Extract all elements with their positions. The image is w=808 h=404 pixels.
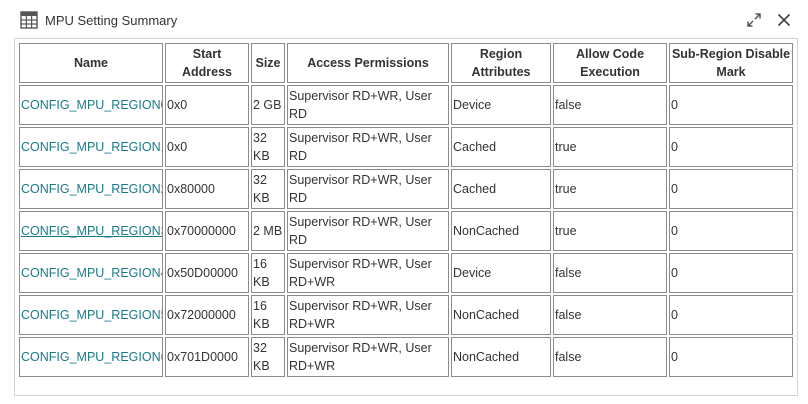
column-header-access-permissions[interactable]: Access Permissions [287, 43, 449, 83]
region-attributes-cell: NonCached [451, 337, 551, 377]
close-icon[interactable] [776, 12, 792, 28]
sub-region-disable-mark-cell: 0 [669, 337, 793, 377]
allow-code-execution-cell: true [553, 127, 667, 167]
column-header-name[interactable]: Name [19, 43, 163, 83]
size-cell: 32 KB [251, 127, 285, 167]
sub-region-disable-mark-cell: 0 [669, 295, 793, 335]
start-address-cell: 0x70000000 [165, 211, 249, 251]
table-row: CONFIG_MPU_REGION1 0x0 32 KB Supervisor … [19, 127, 793, 167]
allow-code-execution-cell: false [553, 337, 667, 377]
region-name-link[interactable]: CONFIG_MPU_REGION5 [19, 295, 163, 335]
allow-code-execution-cell: false [553, 295, 667, 335]
table-row: CONFIG_MPU_REGION5 0x72000000 16 KB Supe… [19, 295, 793, 335]
size-cell: 32 KB [251, 169, 285, 209]
panel-header: MPU Setting Summary [0, 0, 808, 40]
table-row: CONFIG_MPU_REGION2 0x80000 32 KB Supervi… [19, 169, 793, 209]
access-permissions-cell: Supervisor RD+WR, User RD+WR [287, 253, 449, 293]
region-attributes-cell: Cached [451, 127, 551, 167]
access-permissions-cell: Supervisor RD+WR, User RD+WR [287, 337, 449, 377]
panel-actions [746, 12, 792, 28]
sub-region-disable-mark-cell: 0 [669, 169, 793, 209]
column-header-sub-region-disable-mark[interactable]: Sub-Region Disable Mark [669, 43, 793, 83]
region-name-link[interactable]: CONFIG_MPU_REGION0 [19, 85, 163, 125]
region-attributes-cell: Device [451, 253, 551, 293]
region-attributes-cell: NonCached [451, 211, 551, 251]
start-address-cell: 0x0 [165, 127, 249, 167]
region-name-link[interactable]: CONFIG_MPU_REGION6 [19, 337, 163, 377]
summary-table-container: Name Start Address Size Access Permissio… [14, 38, 798, 396]
start-address-cell: 0x72000000 [165, 295, 249, 335]
sub-region-disable-mark-cell: 0 [669, 85, 793, 125]
expand-icon[interactable] [746, 12, 762, 28]
size-cell: 32 KB [251, 337, 285, 377]
sub-region-disable-mark-cell: 0 [669, 253, 793, 293]
column-header-start-address[interactable]: Start Address [165, 43, 249, 83]
table-row: CONFIG_MPU_REGION4 0x50D00000 16 KB Supe… [19, 253, 793, 293]
allow-code-execution-cell: true [553, 211, 667, 251]
access-permissions-cell: Supervisor RD+WR, User RD+WR [287, 295, 449, 335]
column-header-allow-code-execution[interactable]: Allow Code Execution [553, 43, 667, 83]
allow-code-execution-cell: true [553, 169, 667, 209]
access-permissions-cell: Supervisor RD+WR, User RD [287, 211, 449, 251]
sub-region-disable-mark-cell: 0 [669, 211, 793, 251]
region-attributes-cell: NonCached [451, 295, 551, 335]
region-name-link[interactable]: CONFIG_MPU_REGION1 [19, 127, 163, 167]
size-cell: 2 MB [251, 211, 285, 251]
column-header-region-attributes[interactable]: Region Attributes [451, 43, 551, 83]
start-address-cell: 0x50D00000 [165, 253, 249, 293]
table-icon [20, 11, 38, 29]
panel-title-group: MPU Setting Summary [20, 11, 177, 29]
table-header-row: Name Start Address Size Access Permissio… [19, 43, 793, 83]
mpu-summary-table: Name Start Address Size Access Permissio… [17, 41, 795, 379]
column-header-size[interactable]: Size [251, 43, 285, 83]
table-row: CONFIG_MPU_REGION6 0x701D0000 32 KB Supe… [19, 337, 793, 377]
size-cell: 16 KB [251, 253, 285, 293]
table-row: CONFIG_MPU_REGION0 0x0 2 GB Supervisor R… [19, 85, 793, 125]
start-address-cell: 0x0 [165, 85, 249, 125]
region-attributes-cell: Cached [451, 169, 551, 209]
access-permissions-cell: Supervisor RD+WR, User RD [287, 169, 449, 209]
sub-region-disable-mark-cell: 0 [669, 127, 793, 167]
access-permissions-cell: Supervisor RD+WR, User RD [287, 127, 449, 167]
panel-title: MPU Setting Summary [45, 12, 178, 28]
access-permissions-cell: Supervisor RD+WR, User RD [287, 85, 449, 125]
allow-code-execution-cell: false [553, 85, 667, 125]
size-cell: 2 GB [251, 85, 285, 125]
start-address-cell: 0x80000 [165, 169, 249, 209]
allow-code-execution-cell: false [553, 253, 667, 293]
start-address-cell: 0x701D0000 [165, 337, 249, 377]
table-row: CONFIG_MPU_REGION3 0x70000000 2 MB Super… [19, 211, 793, 251]
region-name-link[interactable]: CONFIG_MPU_REGION4 [19, 253, 163, 293]
region-name-link[interactable]: CONFIG_MPU_REGION3 [19, 211, 163, 251]
region-attributes-cell: Device [451, 85, 551, 125]
region-name-link[interactable]: CONFIG_MPU_REGION2 [19, 169, 163, 209]
size-cell: 16 KB [251, 295, 285, 335]
